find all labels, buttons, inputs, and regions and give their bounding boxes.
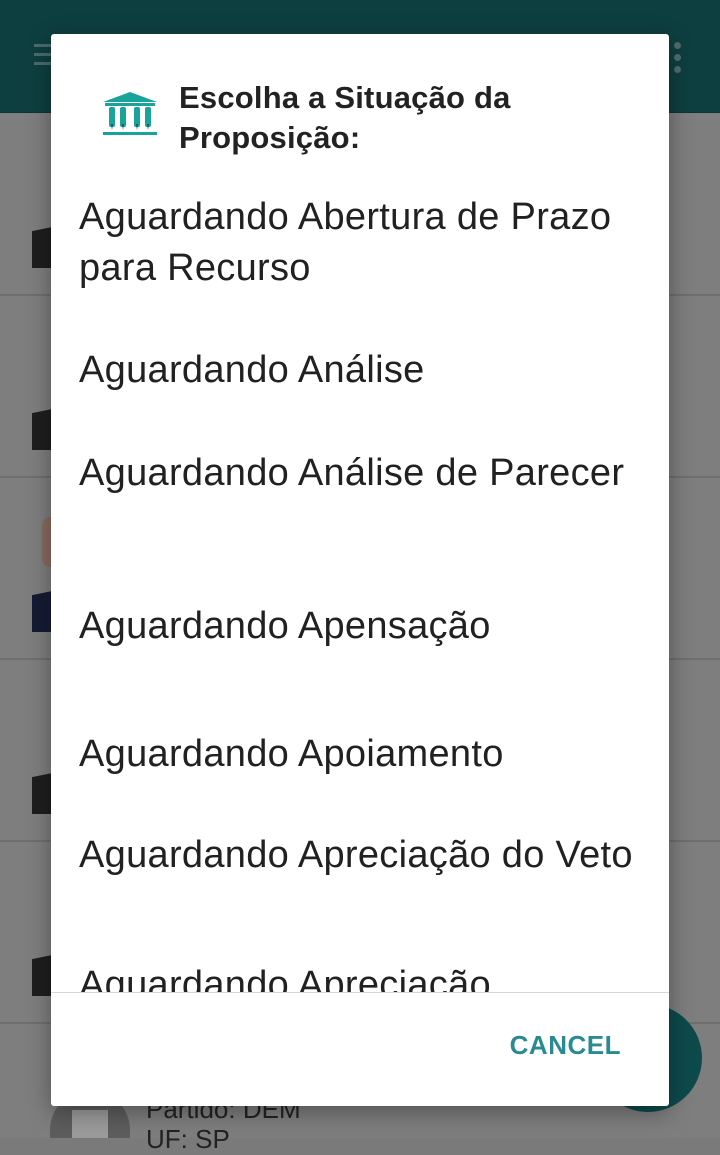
option-item[interactable]: Aguardando Apreciação do Veto [79, 830, 639, 881]
option-item[interactable]: Aguardando Abertura de Prazo para Recurs… [79, 192, 639, 294]
option-item[interactable]: Aguardando Apensação [79, 601, 639, 652]
option-item[interactable]: Aguardando Análise de Parecer [79, 448, 639, 499]
cancel-button[interactable]: CANCEL [510, 1030, 621, 1061]
option-item[interactable]: Aguardando Análise [79, 345, 639, 396]
divider [51, 992, 669, 993]
options-list[interactable]: Aguardando Abertura de Prazo para Recurs… [51, 174, 669, 992]
institution-building-icon [103, 92, 157, 135]
state-label: UF: SP [146, 1124, 230, 1154]
dialog-title: Escolha a Situação da Proposição: [179, 80, 511, 155]
option-item[interactable]: Aguardando Apoiamento [79, 729, 639, 780]
option-item[interactable]: Aguardando Apreciação [79, 960, 639, 992]
situation-picker-dialog: Escolha a Situação da Proposição: Aguard… [51, 34, 669, 1106]
more-options-icon[interactable] [674, 42, 682, 78]
dialog-header: Escolha a Situação da Proposição: [51, 34, 669, 174]
